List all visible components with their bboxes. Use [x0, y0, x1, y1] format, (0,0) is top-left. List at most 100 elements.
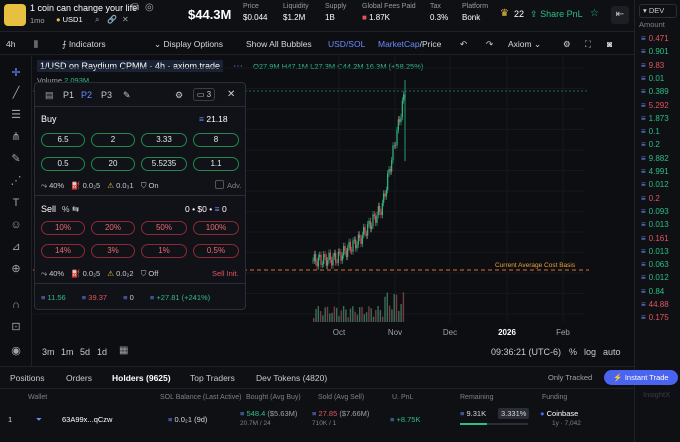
- buy-amount-button[interactable]: 2: [91, 133, 135, 147]
- sell-pct-button[interactable]: 0.5%: [193, 244, 239, 258]
- show-all-bubbles-button[interactable]: Show All Bubbles: [246, 39, 312, 49]
- interval-select[interactable]: 4h: [6, 39, 15, 49]
- avg-cost-label: Current Average Cost Basis: [495, 262, 576, 269]
- crosshair-icon[interactable]: ✛: [9, 66, 23, 80]
- sell-pct-button[interactable]: 20%: [91, 221, 135, 235]
- buy-amount-button[interactable]: 20: [91, 157, 135, 171]
- settings-icon[interactable]: ⚙: [563, 39, 571, 50]
- sell-settings[interactable]: ⤳ 40% ⛽ 0.0₂5 ⚠ 0.0₂2 ⛉ Off: [41, 269, 158, 279]
- drag-handle-icon[interactable]: ▤: [45, 90, 54, 101]
- share-pnl-button[interactable]: ⇪ Share PnL: [530, 9, 583, 20]
- candle-type-icon[interactable]: ⫼: [34, 39, 38, 50]
- range-1d[interactable]: 1d: [97, 347, 107, 357]
- buy-amount-button[interactable]: 5.5235: [141, 157, 187, 171]
- advanced-checkbox[interactable]: [215, 180, 224, 189]
- candle-body: [393, 145, 395, 147]
- tab-holders[interactable]: Holders (9625): [112, 373, 171, 383]
- pitchfork-icon[interactable]: ⋔: [9, 130, 23, 144]
- trendline-icon[interactable]: ╱: [9, 86, 23, 100]
- buy-amount-button[interactable]: 6.5: [41, 133, 85, 147]
- expand-icon[interactable]: ⇤: [611, 6, 629, 24]
- token-badge[interactable]: ● USD1: [56, 15, 83, 24]
- marketcap-price-toggle[interactable]: MarketCap/Price: [378, 39, 441, 49]
- sell-pct-button[interactable]: 10%: [41, 221, 85, 235]
- fib-icon[interactable]: ☰: [9, 108, 23, 122]
- undo-icon[interactable]: ↶: [460, 39, 467, 50]
- col-remaining[interactable]: Remaining: [460, 394, 493, 401]
- indicators-button[interactable]: ⨍ Indicators: [62, 39, 106, 50]
- close-icon[interactable]: ✕: [227, 89, 235, 100]
- copy-icon[interactable]: ⧉: [132, 2, 139, 13]
- table-row[interactable]: 1 ⏷ 63A99x...qCzw ≡ 0.0₂1 (9d) ≡ 548.4 (…: [0, 407, 634, 433]
- volume-bar: [354, 311, 356, 322]
- pattern-icon[interactable]: ⋰: [9, 174, 23, 188]
- buy-settings[interactable]: ⤳ 40% ⛽ 0.0₂5 ⚠ 0.0₃1 ⛉ On: [41, 181, 159, 191]
- preset-p1[interactable]: P1: [63, 90, 74, 100]
- sell-percent-toggle[interactable]: % ⇆: [62, 204, 79, 215]
- sell-init-button[interactable]: Sell Init.: [212, 269, 239, 278]
- link-icon[interactable]: 🔗: [107, 15, 117, 24]
- volume-bar: [356, 314, 359, 322]
- eye-icon[interactable]: ◉: [9, 344, 23, 358]
- dev-filter[interactable]: ▾ DEV: [639, 4, 677, 18]
- range-5d[interactable]: 5d: [80, 347, 90, 357]
- sell-pct-button[interactable]: 1%: [141, 244, 187, 258]
- range-1m[interactable]: 1m: [61, 347, 74, 357]
- only-tracked-toggle[interactable]: Only Tracked: [548, 373, 592, 382]
- brush-icon[interactable]: ✎: [9, 152, 23, 166]
- tab-dev-tokens[interactable]: Dev Tokens (4820): [256, 373, 327, 383]
- instant-trade-button[interactable]: ⚡ Instant Trade: [604, 370, 678, 385]
- x-logo-icon[interactable]: ✕: [122, 15, 129, 24]
- zoom-icon[interactable]: ⊕: [9, 262, 23, 276]
- lock-icon[interactable]: ⊡: [9, 320, 23, 334]
- candle-body: [312, 260, 314, 262]
- search-icon[interactable]: ⌕: [95, 15, 99, 25]
- filter-icon[interactable]: ⏷: [36, 415, 42, 425]
- col-upnl[interactable]: U. PnL: [392, 394, 413, 401]
- buy-amount-button[interactable]: 8: [193, 133, 239, 147]
- candle-body: [336, 262, 338, 264]
- token-age: 1mo: [30, 16, 45, 25]
- star-icon[interactable]: ☆: [590, 8, 599, 19]
- magnet-icon[interactable]: ∩: [9, 298, 23, 312]
- sell-pct-button[interactable]: 3%: [91, 244, 135, 258]
- buy-amount-button[interactable]: 0.5: [41, 157, 85, 171]
- chef-hat-icon[interactable]: ♛: [500, 8, 509, 19]
- axiom-layout-button[interactable]: Axiom ⌄: [508, 39, 541, 50]
- redo-icon[interactable]: ↷: [486, 39, 493, 50]
- preset-p3[interactable]: P3: [101, 90, 112, 100]
- sell-pct-button[interactable]: 100%: [193, 221, 239, 235]
- settings-icon[interactable]: ⚙: [175, 90, 183, 101]
- text-icon[interactable]: T: [9, 196, 23, 210]
- buy-amount-button[interactable]: 3.33: [141, 133, 187, 147]
- auto-toggle[interactable]: auto: [603, 347, 621, 357]
- tab-orders[interactable]: Orders: [66, 373, 92, 383]
- camera-icon[interactable]: ◙: [607, 39, 612, 49]
- fullscreen-icon[interactable]: ⛶: [585, 39, 591, 50]
- wallet-count[interactable]: ▭ 3: [193, 88, 215, 101]
- tab-positions[interactable]: Positions: [10, 373, 45, 383]
- col-sol-balance[interactable]: SOL Balance (Last Active): [160, 394, 241, 401]
- tab-top-traders[interactable]: Top Traders: [190, 373, 235, 383]
- log-toggle[interactable]: log: [584, 347, 596, 357]
- display-options-button[interactable]: ⌄ Display Options: [154, 39, 223, 50]
- globe-icon[interactable]: ◎: [145, 2, 154, 13]
- candle-body: [361, 234, 363, 244]
- usd-sol-toggle[interactable]: USD/SOL: [328, 39, 365, 49]
- range-3m[interactable]: 3m: [42, 347, 55, 357]
- preset-p2[interactable]: P2: [81, 90, 92, 100]
- calendar-icon[interactable]: ▦: [119, 345, 128, 356]
- sell-pct-button[interactable]: 50%: [141, 221, 187, 235]
- sell-pct-button[interactable]: 14%: [41, 244, 85, 258]
- percent-toggle[interactable]: %: [569, 347, 577, 357]
- bribe-icon: ⚠: [107, 181, 114, 190]
- edit-icon[interactable]: ✎: [123, 90, 131, 101]
- col-funding[interactable]: Funding: [542, 394, 567, 401]
- ruler-icon[interactable]: ⊿: [9, 240, 23, 254]
- col-bought[interactable]: Bought (Avg Buy): [246, 394, 301, 401]
- col-sold[interactable]: Sold (Avg Sell): [318, 394, 364, 401]
- wallet-address[interactable]: 63A99x...qCzw: [62, 415, 112, 424]
- buy-amount-button[interactable]: 1.1: [193, 157, 239, 171]
- emoji-icon[interactable]: ☺: [9, 218, 23, 232]
- col-wallet[interactable]: Wallet: [28, 394, 47, 401]
